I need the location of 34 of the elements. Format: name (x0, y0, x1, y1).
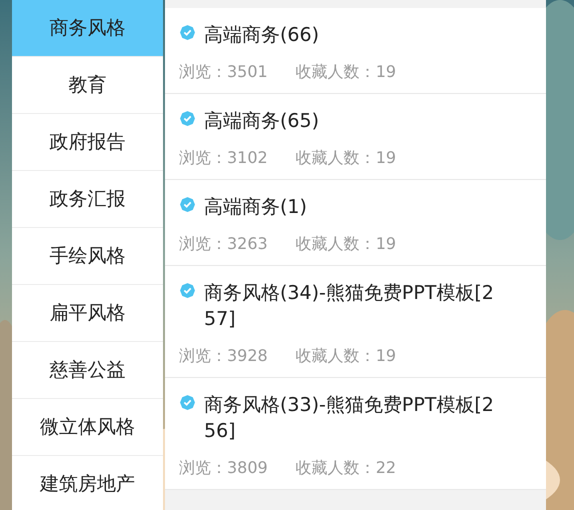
favorite-count: 收藏人数：19 (296, 148, 396, 169)
template-title: 商务风格(33)-熊猫免费PPT模板[256] (204, 393, 495, 444)
template-title: 商务风格(34)-熊猫免费PPT模板[257] (204, 281, 495, 332)
category-tab[interactable]: 手绘风格 (12, 228, 163, 285)
template-title: 高端商务(65) (204, 109, 320, 134)
favorite-count: 收藏人数：19 (296, 234, 396, 255)
view-count: 浏览：3501 (179, 62, 268, 83)
favorite-count: 收藏人数：19 (296, 346, 396, 367)
category-tab[interactable]: 扁平风格 (12, 285, 163, 342)
template-title: 高端商务(66) (204, 23, 320, 48)
template-card[interactable]: 高端商务(66) 浏览：3501 收藏人数：19 (165, 8, 546, 94)
view-count: 浏览：3102 (179, 148, 268, 169)
template-title: 高端商务(1) (204, 195, 308, 220)
check-badge-icon (179, 394, 196, 411)
check-badge-icon (179, 24, 196, 41)
template-card[interactable]: 商务风格(33)-熊猫免费PPT模板[256] 浏览：3809 收藏人数：22 (165, 378, 546, 490)
check-badge-icon (179, 110, 196, 127)
category-tab[interactable]: 教育 (12, 57, 163, 114)
check-badge-icon (179, 196, 196, 213)
category-tab[interactable]: 政府报告 (12, 114, 163, 171)
check-badge-icon (179, 282, 196, 299)
category-tab[interactable]: 建筑房地产 (12, 456, 163, 510)
category-tab[interactable]: 微立体风格 (12, 399, 163, 456)
category-tab[interactable]: 政务汇报 (12, 171, 163, 228)
category-tab[interactable]: 商务风格 (12, 0, 163, 57)
favorite-count: 收藏人数：22 (296, 458, 396, 479)
category-tab[interactable]: 慈善公益 (12, 342, 163, 399)
favorite-count: 收藏人数：19 (296, 62, 396, 83)
view-count: 浏览：3928 (179, 346, 268, 367)
view-count: 浏览：3263 (179, 234, 268, 255)
template-card[interactable]: 高端商务(65) 浏览：3102 收藏人数：19 (165, 94, 546, 180)
template-card[interactable]: 商务风格(34)-熊猫免费PPT模板[257] 浏览：3928 收藏人数：19 (165, 266, 546, 378)
template-card[interactable]: 高端商务(1) 浏览：3263 收藏人数：19 (165, 180, 546, 266)
view-count: 浏览：3809 (179, 458, 268, 479)
